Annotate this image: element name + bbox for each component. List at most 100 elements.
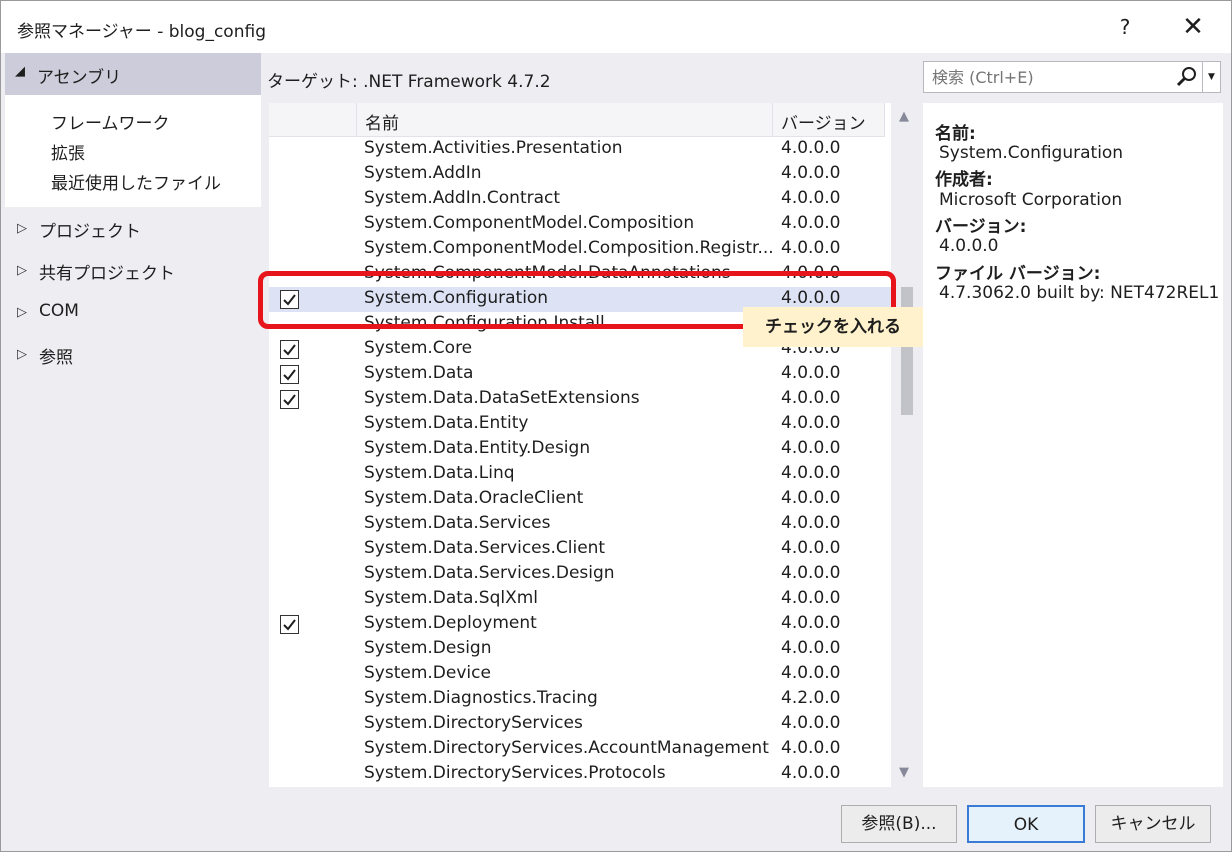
sidebar-subitem-framework[interactable]: フレームワーク [51,109,170,134]
scroll-down-arrow-icon[interactable]: ▼ [899,765,909,780]
collapsed-triangle-icon: ▷ [17,305,27,320]
collapsed-triangle-icon: ▷ [17,221,27,236]
detail-file-version-label: ファイル バージョン: [935,264,1101,284]
table-row[interactable]: System.Deployment 4.0.0.0 [269,612,891,637]
table-row[interactable]: System.Data.Services.Client 4.0.0.0 [269,537,891,562]
table-row[interactable]: System.Device 4.0.0.0 [269,662,891,687]
search-box[interactable]: ▼ [923,61,1221,93]
detail-author-label: 作成者: [935,170,993,190]
table-row[interactable]: System.Data.Entity.Design 4.0.0.0 [269,437,891,462]
help-button[interactable]: ? [1105,9,1145,45]
table-row[interactable]: System.Data.DataSetExtensions 4.0.0.0 [269,387,891,412]
assembly-version: 4.0.0.0 [781,538,841,558]
sidebar-item-label: プロジェクト [39,222,141,242]
assembly-version: 4.0.0.0 [781,188,841,208]
dialog-footer: 参照(B)... OK キャンセル [1,795,1231,851]
table-row[interactable]: System.AddIn.Contract 4.0.0.0 [269,187,891,212]
table-row[interactable]: System.Activities.Presentation 4.0.0.0 [269,137,891,162]
table-row[interactable]: System.Data.SqlXml 4.0.0.0 [269,587,891,612]
expand-triangle-icon: ◢ [15,64,25,79]
column-header-version[interactable]: バージョン [773,103,885,137]
assembly-name: System.Data.Entity [364,413,529,433]
assembly-version: 4.0.0.0 [781,438,841,458]
cancel-button[interactable]: キャンセル [1095,805,1211,843]
table-row[interactable]: System.ComponentModel.Composition.Regist… [269,237,891,262]
table-row[interactable]: System.Design 4.0.0.0 [269,637,891,662]
search-input[interactable] [924,62,1174,92]
checkbox-checked[interactable] [280,340,299,359]
sidebar-subitem-recent[interactable]: 最近使用したファイル [51,169,221,194]
sidebar-subitem-extensions[interactable]: 拡張 [51,139,85,164]
table-row[interactable]: System.DirectoryServices.AccountManageme… [269,737,891,762]
window-title: 参照マネージャー - blog_config [17,22,266,42]
assembly-version: 4.0.0.0 [781,213,841,233]
sidebar: ◢ アセンブリ フレームワーク 拡張 最近使用したファイル ▷ プロジェクト ▷… [1,53,261,795]
checkmark-icon [283,344,296,356]
table-row[interactable]: System.Data.Entity 4.0.0.0 [269,412,891,437]
assembly-version: 4.0.0.0 [781,563,841,583]
close-button[interactable]: ✕ [1171,9,1215,45]
ok-button[interactable]: OK [967,805,1085,843]
detail-version-value: 4.0.0.0 [939,236,999,256]
reference-manager-window: 参照マネージャー - blog_config ? ✕ ◢ アセンブリ フレームワ… [0,0,1232,852]
list-header: 名前 バージョン [269,103,891,137]
assembly-name: System.AddIn [364,163,482,183]
checkbox-checked[interactable] [280,390,299,409]
assembly-version: 4.0.0.0 [781,638,841,658]
detail-author-value: Microsoft Corporation [939,190,1123,210]
collapsed-triangle-icon: ▷ [17,263,27,278]
assembly-name: System.Diagnostics.Tracing [364,688,598,708]
assembly-version: 4.0.0.0 [781,463,841,483]
table-row[interactable]: System.Data.OracleClient 4.0.0.0 [269,487,891,512]
assembly-name: System.Data.Linq [364,463,515,483]
assembly-name: System.Activities.Presentation [364,138,623,158]
browse-button[interactable]: 参照(B)... [841,805,957,843]
sidebar-item-label: 参照 [39,348,73,368]
assembly-name: System.Design [364,638,492,658]
assembly-version: 4.0.0.0 [781,388,841,408]
assembly-name: System.Deployment [364,613,537,633]
table-row[interactable]: System.DirectoryServices 4.0.0.0 [269,712,891,737]
assembly-version: 4.0.0.0 [781,513,841,533]
detail-name-value: System.Configuration [939,143,1124,163]
column-header-name[interactable]: 名前 [357,103,773,137]
detail-file-version-value: 4.7.3062.0 built by: NET472REL1 [939,283,1220,303]
assembly-version: 4.0.0.0 [781,588,841,608]
sidebar-item-label: 共有プロジェクト [39,264,175,284]
checkbox-checked[interactable] [280,615,299,634]
assembly-name: System.Data.DataSetExtensions [364,388,640,408]
annotation-callout: チェックを入れる [743,307,923,347]
checkmark-icon [283,369,296,381]
table-row[interactable]: System.Data.Services 4.0.0.0 [269,512,891,537]
scroll-up-arrow-icon[interactable]: ▲ [899,109,909,124]
table-row[interactable]: System.DirectoryServices.Protocols 4.0.0.… [269,762,891,787]
sidebar-item-label: アセンブリ [37,68,122,88]
assembly-version: 4.0.0.0 [781,613,841,633]
sidebar-item-label: COM [39,301,79,321]
assembly-version: 4.0.0.0 [781,663,841,683]
search-options-dropdown[interactable]: ▼ [1202,62,1220,92]
detail-name-label: 名前: [935,124,976,144]
table-row[interactable]: System.Data.Services.Design 4.0.0.0 [269,562,891,587]
checkbox-checked[interactable] [280,365,299,384]
assembly-name: System.Data.Services.Design [364,563,615,583]
table-row[interactable]: System.ComponentModel.Composition 4.0.0.0 [269,212,891,237]
detail-version-label: バージョン: [935,217,1027,237]
column-header-check[interactable] [269,103,357,137]
assembly-version: 4.0.0.0 [781,238,841,258]
assembly-name: System.ComponentModel.Composition [364,213,695,233]
search-icon[interactable] [1176,66,1198,88]
assembly-name: System.DirectoryServices.Protocols [364,763,666,783]
assembly-version: 4.0.0.0 [781,713,841,733]
table-row[interactable]: System.AddIn 4.0.0.0 [269,162,891,187]
assembly-name: System.ComponentModel.Composition.Regist… [364,238,774,258]
assembly-list: 名前 バージョン System.Activities.Presentation 4… [269,103,891,787]
sidebar-item-assemblies[interactable]: ◢ アセンブリ [5,53,261,95]
table-row[interactable]: System.Data.Linq 4.0.0.0 [269,462,891,487]
assembly-version: 4.0.0.0 [781,163,841,183]
title-bar: 参照マネージャー - blog_config ? ✕ [1,1,1231,53]
assembly-version: 4.0.0.0 [781,138,841,158]
vertical-scrollbar[interactable]: ▲ ▼ [894,103,920,787]
table-row[interactable]: System.Data 4.0.0.0 [269,362,891,387]
table-row[interactable]: System.Diagnostics.Tracing 4.2.0.0 [269,687,891,712]
